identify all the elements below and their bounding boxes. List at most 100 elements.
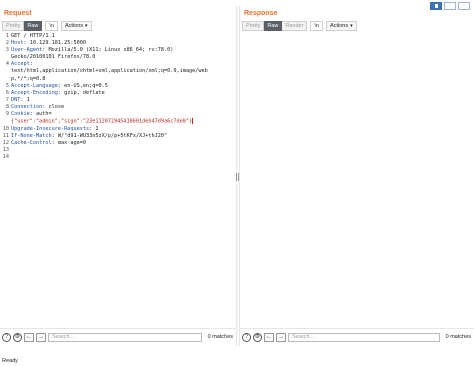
header-value: close	[48, 103, 65, 110]
header-value: Mozilla/5.0 (X11; Linux x86_64; rv:78.0)	[48, 47, 174, 54]
line-number: 10	[2, 125, 9, 132]
editor-line: 7 DNT: 1	[0, 97, 236, 104]
request-editor[interactable]: 1 GET / HTTP/1.1 2 Host: 10.129.181.25:5000…	[0, 33, 236, 328]
chevron-down-icon: ▾	[85, 23, 88, 29]
header-value: 10.129.181.25:5000	[29, 40, 86, 47]
response-search-bar: ? ⚙ ← → Search... 0 matches	[240, 328, 474, 345]
cookie-value: {"user":"admin","sign":"23e1120729454186…	[11, 118, 193, 125]
status-bar: Ready	[2, 358, 18, 364]
resize-handle-icon[interactable]	[236, 173, 239, 181]
arrow-right-icon[interactable]: →	[36, 332, 46, 342]
line-content: {"user":"admin","sign":"23e1120729454186…	[11, 118, 193, 126]
actions-label: Actions	[330, 23, 349, 29]
request-search-bar: ? ⚙ ← → Search... 0 matches	[0, 328, 236, 345]
newline-toggle[interactable]: \n	[45, 21, 58, 31]
line-number: 12	[2, 139, 9, 146]
header-name: Cookie	[11, 111, 30, 118]
request-pane: Request Pretty Raw \n Actions ▾ 1 GET / H…	[0, 6, 236, 346]
editor-line: {"user":"admin","sign":"23e1120729454186…	[0, 118, 236, 126]
header-name: Accept-Encoding	[11, 89, 58, 96]
actions-label: Actions	[64, 23, 84, 29]
header-name: Accept	[11, 61, 30, 68]
line-content: Host: 10.129.181.25:5000	[11, 40, 86, 47]
line-content: If-None-Match: W/"d91-WU33n5zX/p/p+5tKFx…	[11, 133, 167, 140]
tab-pretty[interactable]: Pretty	[2, 21, 25, 31]
line-number	[0, 118, 11, 126]
arrow-left-icon[interactable]: ←	[24, 332, 34, 342]
line-number	[0, 68, 11, 75]
tab-raw[interactable]: Raw	[24, 21, 43, 31]
line-number: 7	[5, 96, 9, 103]
response-pane: Response Pretty Raw Render \n Actions ▾ …	[240, 6, 474, 346]
header-value: W/"d91-WU33n5zX/p/p+5tKFx/XJ+thJ20"	[57, 132, 168, 139]
line-content: Connection: close	[11, 104, 64, 111]
editor-line: 1 GET / HTTP/1.1	[0, 33, 236, 40]
chevron-down-icon: ▾	[350, 23, 353, 29]
response-toolbar: Pretty Raw Render \n Actions ▾	[242, 21, 357, 31]
newline-toggle[interactable]: \n	[310, 21, 324, 31]
request-search-input[interactable]: Search...	[48, 332, 202, 342]
header-name: DNT	[11, 96, 21, 103]
header-name: Accept-Language	[11, 82, 58, 89]
actions-dropdown[interactable]: Actions ▾	[326, 21, 357, 31]
editor-line: 12 Cache-Control: max-age=0	[0, 140, 236, 147]
header-value: max-age=0	[57, 139, 86, 146]
editor-line: 14	[0, 154, 236, 161]
line-number: 14	[2, 154, 9, 161]
response-search-input[interactable]: Search...	[288, 332, 440, 342]
line-number: 9	[5, 111, 9, 118]
editor-line: 8 Connection: close	[0, 104, 236, 111]
line-content: text/html,application/xhtml+xml,applicat…	[11, 68, 208, 75]
editor-line: 10 Upgrade-Insecure-Requests: 1	[0, 126, 236, 133]
text-cursor	[192, 118, 193, 125]
request-title: Request	[4, 10, 32, 17]
response-match-count: 0 matches	[445, 334, 471, 340]
line-content: Accept:	[11, 61, 36, 68]
arrow-right-icon[interactable]: →	[276, 332, 286, 342]
line-content: p,*/*;q=0.8	[11, 75, 46, 82]
editor-line: 4 Accept:	[0, 61, 236, 68]
question-icon[interactable]: ?	[2, 332, 11, 342]
tab-render[interactable]: Render	[282, 21, 308, 31]
header-name: Upgrade-Insecure-Requests	[11, 125, 90, 132]
editor-line: 6 Accept-Encoding: gzip, deflate	[0, 90, 236, 97]
line-content: Cache-Control: max-age=0	[11, 140, 86, 147]
tab-raw[interactable]: Raw	[264, 21, 283, 31]
request-toolbar: Pretty Raw \n Actions ▾	[2, 21, 92, 31]
line-number: 4	[5, 61, 9, 68]
line-content: Upgrade-Insecure-Requests: 1	[11, 126, 98, 133]
line-content: Accept-Encoding: gzip, deflate	[11, 90, 105, 97]
editor-line: 9 Cookie: auth=	[0, 111, 236, 118]
header-value: 1	[95, 125, 99, 132]
header-name: User-Agent	[11, 47, 43, 54]
line-number: 2	[5, 40, 9, 47]
line-number: 13	[2, 147, 9, 153]
line-number: 8	[5, 103, 9, 110]
editor-line: 5 Accept-Language: en-US,en;q=0.5	[0, 83, 236, 90]
gear-icon[interactable]: ⚙	[253, 332, 262, 342]
line-content: Accept-Language: en-US,en;q=0.5	[11, 83, 108, 90]
editor-line: 2 Host: 10.129.181.25:5000	[0, 40, 236, 47]
response-title: Response	[244, 10, 278, 17]
question-icon[interactable]: ?	[242, 332, 251, 342]
arrow-left-icon[interactable]: ←	[264, 332, 274, 342]
actions-dropdown[interactable]: Actions ▾	[60, 21, 92, 31]
line-content: Cookie: auth=	[11, 111, 52, 118]
header-name: Connection	[11, 103, 43, 110]
header-value: auth=	[36, 111, 52, 118]
tab-pretty[interactable]: Pretty	[242, 21, 265, 31]
editor-line: p,*/*;q=0.8	[0, 76, 236, 83]
header-name: Host	[11, 40, 24, 47]
editor-line: text/html,application/xhtml+xml,applicat…	[0, 68, 236, 75]
line-content: DNT: 1	[11, 97, 30, 104]
header-value: gzip, deflate	[64, 89, 105, 96]
line-number: 3	[5, 47, 9, 54]
line-number: 5	[5, 82, 9, 89]
line-content: User-Agent: Mozilla/5.0 (X11; Linux x86_…	[11, 47, 173, 54]
line-content: Gecko/20100101 Firefox/78.0	[11, 54, 96, 61]
response-editor[interactable]	[240, 33, 474, 328]
line-number	[0, 76, 11, 83]
line-number: 11	[2, 132, 9, 139]
gear-icon[interactable]: ⚙	[13, 332, 22, 342]
line-number	[0, 54, 11, 61]
